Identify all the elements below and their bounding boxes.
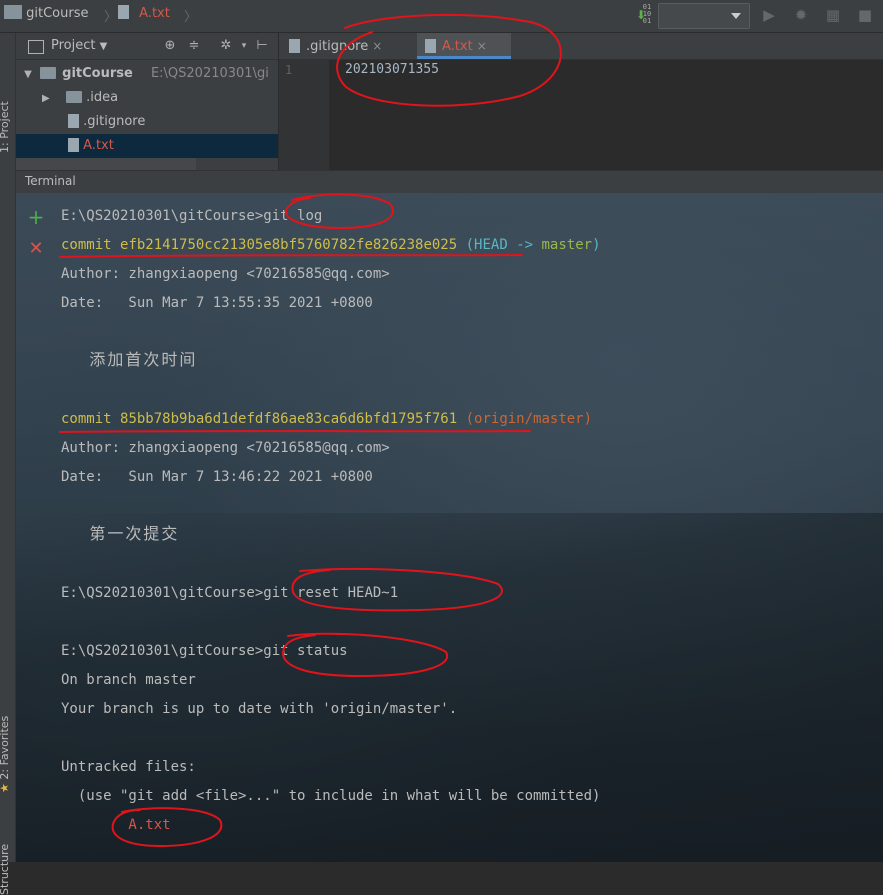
folder-icon — [40, 66, 56, 79]
project-panel-header: Project ▼ ⊕ ≑ ✲ ▾ ⊢ — [16, 33, 278, 60]
breadcrumb-separator-icon: 〉 — [104, 10, 118, 25]
navigation-bar: gitCourse 〉 A.txt 〉 ⬇ 01 10 01 ▶ ✹ ▦ ■ — [0, 0, 883, 33]
text-file-icon — [68, 113, 79, 128]
editor-line-1[interactable]: 202103071355 — [345, 62, 439, 77]
terminal-prompt: E:\QS20210301\gitCourse> — [61, 585, 264, 601]
tree-item-path: E:\QS20210301\gi — [150, 66, 269, 81]
tree-item-label: gitCourse — [62, 66, 133, 81]
terminal-command: git reset HEAD~1 — [263, 585, 399, 601]
tree-item-a-txt[interactable]: A.txt — [16, 134, 278, 158]
terminal-line: Author: zhangxiaopeng <70216585@qq.com> — [61, 266, 390, 282]
tree-item-gitignore[interactable]: .gitignore — [16, 110, 278, 134]
commit-hash: efb2141750cc21305e8bf5760782fe826238e025 — [120, 237, 458, 253]
project-tool-tab[interactable]: 1: Project — [0, 101, 11, 153]
star-icon: ★ — [0, 783, 11, 793]
favorites-tool-tab[interactable]: ★ 2: Favorites — [0, 716, 11, 793]
tree-item-label: A.txt — [83, 138, 114, 153]
terminal-line: 添加首次时间 — [61, 350, 198, 369]
terminal-prompt: E:\QS20210301\gitCourse> — [61, 643, 264, 659]
commit-hash: 85bb78b9ba6d1defdf86ae83ca6d6bfd1795f761 — [120, 411, 458, 427]
editor-area: .gitignore × A.txt × 1 202103071355 — [279, 33, 883, 170]
tree-item-idea[interactable]: ▶ .idea — [16, 86, 278, 110]
tree-item-label: .gitignore — [83, 114, 146, 129]
run-configuration-select[interactable] — [658, 3, 750, 29]
untracked-file: A.txt — [61, 817, 171, 833]
terminal-line: Author: zhangxiaopeng <70216585@qq.com> — [61, 440, 390, 456]
chevron-down-icon[interactable]: ▾ — [236, 38, 252, 54]
add-icon[interactable]: + — [26, 207, 46, 227]
breadcrumb-separator-icon: 〉 — [184, 10, 198, 25]
project-view-select[interactable]: Project ▼ — [51, 38, 107, 53]
hide-panel-icon[interactable]: ⊢ — [254, 38, 270, 54]
binary-icon[interactable]: 01 10 01 — [640, 4, 654, 25]
commit-label: commit — [61, 237, 112, 253]
chevron-down-icon: ▼ — [99, 41, 108, 52]
project-panel: Project ▼ ⊕ ≑ ✲ ▾ ⊢ ▼ gitCourse E:\QS202… — [16, 33, 278, 170]
breadcrumb-file-label: A.txt — [139, 6, 170, 21]
ref-branch: master — [541, 237, 593, 253]
favorites-tab-label: 2: Favorites — [0, 715, 11, 780]
terminal-prompt: E:\QS20210301\gitCourse> — [61, 208, 264, 224]
close-icon[interactable]: × — [372, 39, 382, 53]
tab-gitignore[interactable]: .gitignore × — [285, 33, 411, 59]
project-folder-icon — [4, 4, 22, 19]
tree-item-gitcourse[interactable]: ▼ gitCourse E:\QS20210301\gi — [16, 62, 278, 86]
tab-a-txt[interactable]: A.txt × — [417, 33, 511, 59]
terminal-line: Date: Sun Mar 7 13:46:22 2021 +0800 — [61, 469, 373, 485]
project-view-icon — [28, 40, 44, 54]
ref-paren: ( — [465, 237, 475, 253]
ref-head: HEAD -> — [474, 237, 542, 253]
terminal-line: (use "git add <file>..." to include in w… — [61, 788, 601, 804]
terminal-line: On branch master — [61, 672, 196, 688]
text-file-icon — [118, 4, 129, 19]
collapse-all-icon[interactable]: ≑ — [186, 38, 202, 54]
text-file-icon — [425, 38, 436, 53]
terminal-header: Terminal — [16, 170, 883, 194]
debug-icon[interactable]: ✹ — [792, 6, 810, 24]
ref-origin: (origin/master) — [465, 411, 593, 427]
terminal-title: Terminal — [25, 174, 76, 188]
structure-tool-tab[interactable]: Structure — [0, 844, 11, 895]
terminal-line: E:\QS20210301\gitCourse>git reset HEAD~1 — [61, 584, 398, 602]
tab-label: .gitignore — [306, 39, 369, 54]
coverage-icon[interactable]: ▦ — [824, 6, 842, 24]
commit-label: commit — [61, 411, 112, 427]
terminal-line: Your branch is up to date with 'origin/m… — [61, 701, 458, 717]
terminal-line: commit 85bb78b9ba6d1defdf86ae83ca6d6bfd1… — [61, 410, 592, 428]
breadcrumb-file[interactable]: A.txt — [118, 0, 170, 32]
chevron-right-icon: ▶ — [42, 93, 50, 104]
terminal-line: E:\QS20210301\gitCourse>git status — [61, 642, 348, 660]
terminal-line: commit efb2141750cc21305e8bf5760782fe826… — [61, 236, 601, 254]
terminal-command: git status — [263, 643, 348, 659]
close-icon[interactable]: × — [477, 39, 487, 53]
run-icon[interactable]: ▶ — [760, 6, 778, 24]
editor-tab-bar: .gitignore × A.txt × — [279, 33, 883, 60]
line-number: 1 — [285, 63, 293, 77]
line-number-gutter: 1 — [279, 60, 329, 170]
ref-paren: ) — [592, 237, 601, 253]
close-icon[interactable]: ✕ — [26, 239, 46, 259]
text-file-icon — [68, 137, 79, 152]
terminal-line: Date: Sun Mar 7 13:55:35 2021 +0800 — [61, 295, 373, 311]
terminal-line: 第一次提交 — [61, 524, 180, 543]
stop-icon[interactable]: ■ — [856, 6, 874, 24]
folder-icon — [66, 90, 82, 103]
tab-label: A.txt — [442, 39, 473, 54]
gear-icon[interactable]: ✲ — [218, 38, 234, 54]
terminal-line: Untracked files: — [61, 759, 196, 775]
breadcrumb-project-label: gitCourse — [26, 6, 89, 21]
terminal-panel[interactable]: + ✕ E:\QS20210301\gitCourse>git log comm… — [16, 193, 883, 862]
breadcrumb-project[interactable]: gitCourse — [4, 0, 89, 32]
chevron-down-icon — [731, 13, 741, 19]
terminal-command: git log — [263, 208, 323, 224]
locate-file-icon[interactable]: ⊕ — [162, 38, 178, 54]
tree-item-label: .idea — [86, 90, 119, 105]
partially-visible-tree-item — [16, 158, 196, 170]
text-file-icon — [289, 38, 300, 53]
project-panel-title: Project — [51, 38, 96, 53]
terminal-line: E:\QS20210301\gitCourse>git log — [61, 207, 322, 225]
left-tool-strip: 1: Project ★ 2: Favorites Structure — [0, 33, 16, 895]
terminal-toolbar: + ✕ — [16, 193, 56, 862]
chevron-down-icon: ▼ — [24, 69, 32, 80]
